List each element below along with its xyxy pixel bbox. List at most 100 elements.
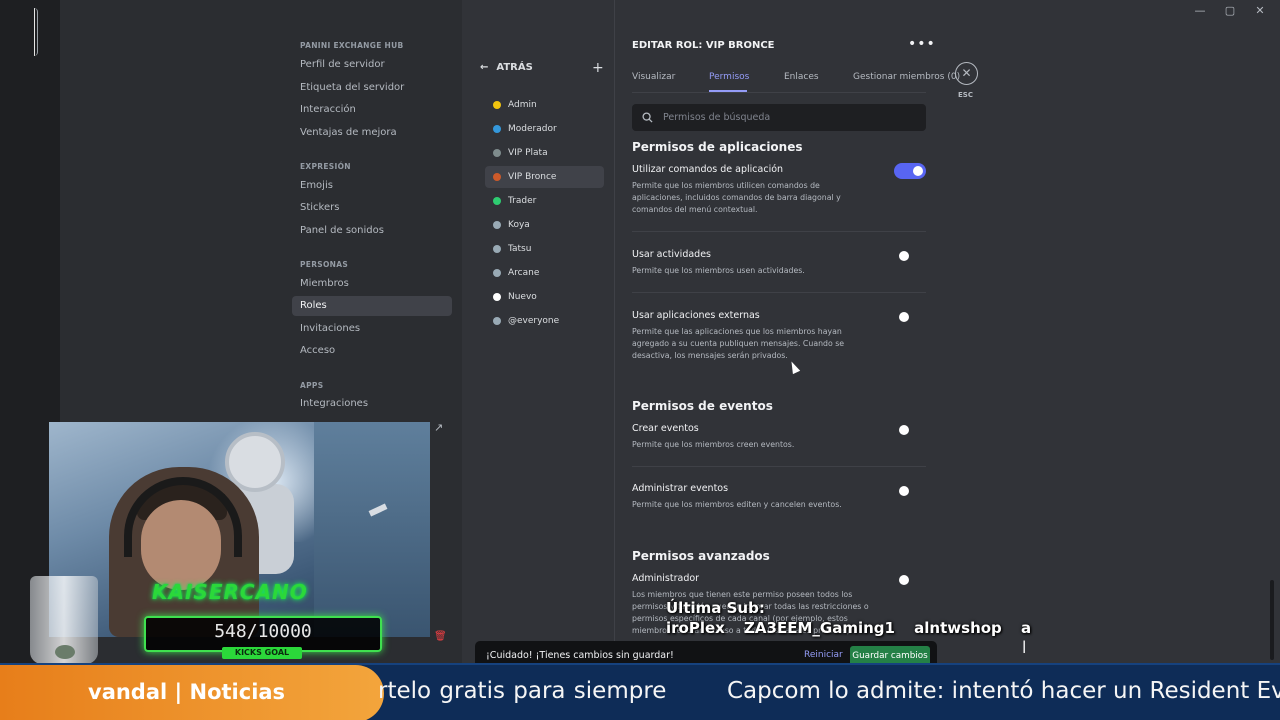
server-indicator[interactable] [34,8,38,56]
cup-logo-icon [55,645,75,659]
toggle-administrator[interactable] [894,572,926,588]
perm-title: Usar actividades [632,249,711,260]
role-color-dot [493,317,501,325]
role-name: Trader [508,196,537,206]
role-name: Moderador [508,124,557,134]
perm-title: Usar aplicaciones externas [632,310,760,321]
role-color-dot [493,197,501,205]
sidebar-item-server-tag[interactable]: Etiqueta del servidor [292,78,452,98]
role-item[interactable]: Koya [485,214,604,236]
role-item[interactable]: @everyone [485,310,604,332]
role-item[interactable]: Admin [485,94,604,116]
ticker-item: Capcom lo admite: intentó hacer un Resid… [727,678,1280,704]
perm-divider [632,466,926,467]
tab-display[interactable]: Visualizar [632,72,675,82]
toggle-manage-events[interactable] [894,483,926,499]
tab-links[interactable]: Enlaces [784,72,819,82]
perm-desc: Permite que los miembros editen y cancel… [632,500,842,509]
role-color-dot [493,221,501,229]
group-header-apps: Permisos de aplicaciones [632,140,803,154]
more-options-icon[interactable]: ••• [908,36,936,52]
toggle-use-external-apps[interactable] [894,309,926,325]
role-item[interactable]: Moderador [485,118,604,140]
arrow-left-icon: ← [480,62,489,73]
last-sub-names: iroPlex ZA3EEM_Gaming1 alntwshop a [666,619,1032,637]
toggle-use-app-commands[interactable] [894,163,926,179]
back-label: ATRÁS [496,62,533,73]
perm-desc: Permite que los miembros creen eventos. [632,440,795,449]
perm-title: Administrar eventos [632,483,729,494]
role-item[interactable]: Tatsu [485,238,604,260]
external-link-icon[interactable]: ↗ [434,421,443,434]
perm-title: Administrador [632,573,700,584]
reset-button[interactable]: Reiniciar [804,650,843,660]
kicks-goal-widget: KAISERCANO 548/10000 KICKS GOAL [142,565,384,659]
perm-use-app-commands: Utilizar comandos de aplicación Permite … [632,164,928,216]
ticker-brand: vandal | Noticias [0,665,384,720]
tabs-divider [632,92,926,93]
perm-title: Utilizar comandos de aplicación [632,164,784,175]
kicks-goal-label: KICKS GOAL [222,647,302,659]
role-color-dot [493,269,501,277]
perm-desc: Permite que los miembros usen actividade… [632,266,805,275]
edit-role-title: EDITAR ROL: VIP BRONCE [632,40,775,51]
toggle-use-activities[interactable] [894,248,926,264]
sidebar-section-expression: EXPRESIÓN [300,162,351,171]
sidebar-item-members[interactable]: Miembros [292,274,452,294]
perm-desc: Permite que las aplicaciones que los mie… [632,327,845,360]
permission-search[interactable] [632,104,926,131]
streamer-brand: KAISERCANO [152,580,308,604]
screen: PANINI EXCHANGE HUB Perfil de servidor E… [0,0,1280,720]
role-item[interactable]: VIP Plata [485,142,604,164]
role-color-dot [493,173,501,181]
sidebar-item-interaction[interactable]: Interacción [292,100,452,120]
role-name: Tatsu [508,244,532,254]
sidebar-item-access[interactable]: Acceso [292,341,452,361]
add-role-button[interactable]: + [592,60,604,76]
role-name: @everyone [508,316,560,326]
sidebar-item-boost-perks[interactable]: Ventajas de mejora [292,123,452,143]
window-controls: — ▢ ✕ [1194,4,1266,17]
sidebar-item-stickers[interactable]: Stickers [292,198,452,218]
sidebar-item-server-profile[interactable]: Perfil de servidor [292,55,452,75]
minimize-icon[interactable]: — [1194,4,1206,17]
server-name-header: PANINI EXCHANGE HUB [300,41,404,50]
perm-manage-events: Administrar eventos Permite que los miem… [632,483,928,511]
role-item[interactable]: Nuevo [485,286,604,308]
back-button[interactable]: ← ATRÁS [480,62,533,73]
toggle-create-events[interactable] [894,422,926,438]
role-item[interactable]: Arcane [485,262,604,284]
role-item[interactable]: VIP Bronce [485,166,604,188]
last-sub-label: Última Sub: [666,599,765,617]
maximize-icon[interactable]: ▢ [1224,4,1236,17]
role-item[interactable]: Trader [485,190,604,212]
perm-title: Crear eventos [632,423,699,434]
column-divider [614,0,615,720]
sidebar-item-soundboard[interactable]: Panel de sonidos [292,221,452,241]
role-color-dot [493,245,501,253]
close-settings-button[interactable]: ✕ [955,62,978,85]
perm-divider [632,292,926,293]
tab-manage-members[interactable]: Gestionar miembros (0) [853,72,960,82]
unsaved-message: ¡Cuidado! ¡Tienes cambios sin guardar! [486,650,674,661]
role-color-dot [493,293,501,301]
role-color-dot [493,125,501,133]
scrollbar[interactable] [1270,580,1274,660]
role-name: VIP Bronce [508,172,557,182]
ticker-brand-label: vandal | Noticias [88,680,286,704]
role-color-dot [493,149,501,157]
search-input[interactable] [663,112,903,123]
news-ticker: vandal | Noticias rtelo gratis para siem… [0,663,1280,720]
sidebar-section-apps: APPS [300,381,324,390]
tab-permissions[interactable]: Permisos [709,72,749,82]
esc-label: ESC [958,91,973,99]
perm-create-events: Crear eventos Permite que los miembros c… [632,423,928,451]
trash-icon[interactable]: 🗑 [434,631,447,642]
group-header-events: Permisos de eventos [632,399,773,413]
sidebar-item-roles[interactable]: Roles [292,296,452,316]
role-name: VIP Plata [508,148,548,158]
sidebar-item-integrations[interactable]: Integraciones [292,394,452,414]
sidebar-item-invites[interactable]: Invitaciones [292,319,452,339]
close-window-icon[interactable]: ✕ [1254,4,1266,17]
sidebar-item-emojis[interactable]: Emojis [292,176,452,196]
